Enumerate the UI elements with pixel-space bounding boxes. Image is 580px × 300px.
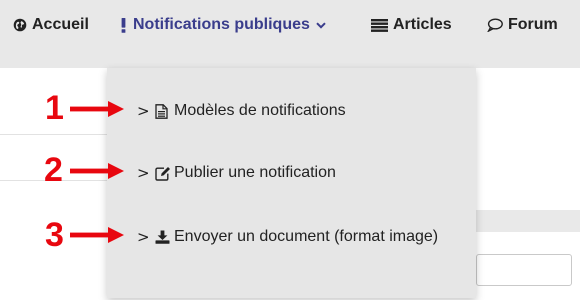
top-navbar: Accueil Notifications publiques Articles… bbox=[0, 0, 580, 68]
menu-item-label: Envoyer un document (format image) bbox=[174, 228, 439, 245]
nav-label: Articles bbox=[393, 16, 452, 33]
download-icon bbox=[155, 230, 170, 244]
chevron-down-icon bbox=[316, 21, 326, 29]
red-arrow-icon bbox=[70, 101, 124, 117]
caret-right-icon: > bbox=[137, 102, 150, 120]
text-input[interactable] bbox=[476, 254, 572, 286]
callout-number: 2 bbox=[44, 151, 63, 189]
document-icon bbox=[155, 103, 168, 119]
red-arrow-icon bbox=[70, 163, 124, 179]
menu-item-publier-une-notification[interactable]: > Publier une notification bbox=[107, 153, 476, 193]
content-header-strip bbox=[476, 210, 580, 232]
speech-bubble-icon bbox=[487, 18, 503, 32]
red-arrow-icon bbox=[70, 227, 124, 243]
page: Accueil Notifications publiques Articles… bbox=[0, 0, 580, 300]
nav-item-accueil[interactable]: Accueil bbox=[13, 14, 89, 36]
nav-item-notifications-publiques[interactable]: Notifications publiques bbox=[121, 14, 326, 36]
globe-icon bbox=[13, 18, 27, 32]
content-divider bbox=[0, 134, 107, 135]
list-icon bbox=[371, 18, 388, 32]
nav-item-forum[interactable]: Forum bbox=[487, 14, 558, 36]
caret-right-icon: > bbox=[137, 164, 150, 182]
notifications-dropdown-menu: > Modèles de notifications > Publier une… bbox=[107, 68, 476, 298]
nav-item-articles[interactable]: Articles bbox=[371, 14, 452, 36]
menu-item-envoyer-un-document[interactable]: > Envoyer un document (format image) bbox=[107, 217, 476, 257]
exclamation-icon bbox=[121, 17, 126, 33]
menu-item-label: Publier une notification bbox=[174, 164, 336, 181]
nav-label: Accueil bbox=[32, 16, 89, 33]
caret-right-icon: > bbox=[137, 228, 150, 246]
menu-item-label: Modèles de notifications bbox=[174, 102, 346, 119]
menu-item-modeles-de-notifications[interactable]: > Modèles de notifications bbox=[107, 91, 476, 131]
callout-number: 1 bbox=[45, 89, 64, 127]
nav-label: Forum bbox=[508, 16, 558, 33]
edit-icon bbox=[155, 166, 171, 181]
callout-number: 3 bbox=[45, 216, 64, 254]
nav-label: Notifications publiques bbox=[133, 16, 310, 33]
